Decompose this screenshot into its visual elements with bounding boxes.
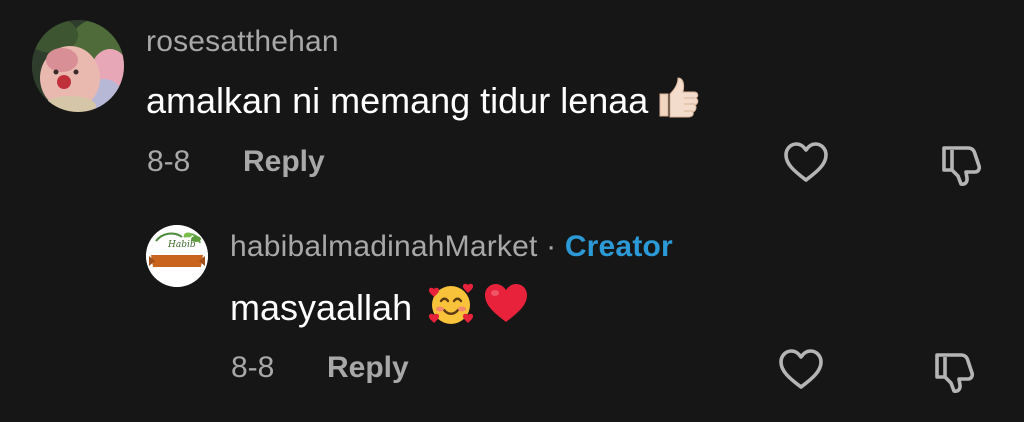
heart-outline-icon[interactable] (777, 346, 825, 394)
comment-text-row: amalkan ni memang tidur lenaa (146, 76, 700, 126)
creator-badge: Creator (564, 230, 673, 263)
red-heart-icon (482, 280, 530, 337)
thumbs-down-outline-icon[interactable] (931, 347, 979, 395)
avatar[interactable] (32, 20, 124, 112)
svg-text:Habib: Habib (167, 240, 196, 250)
avatar[interactable]: Habib (146, 225, 208, 287)
thumbs-up-icon (654, 74, 700, 129)
comment-username[interactable]: rosesatthehan (146, 25, 339, 59)
comment-time: 8-8 (147, 145, 191, 178)
separator-dot: · (546, 230, 557, 263)
reply-button[interactable]: Reply (243, 145, 325, 179)
avatar-image (32, 20, 124, 112)
heart-outline-icon[interactable] (782, 139, 830, 187)
smiling-face-with-hearts-icon (426, 279, 476, 338)
avatar-image: Habib (146, 225, 208, 287)
thumbs-down-outline-icon[interactable] (938, 140, 986, 188)
reply-username[interactable]: habibalmadinahMarket (230, 230, 538, 263)
reply-item: Habib habibalmadinahMarket · Creator mas… (0, 200, 1024, 422)
reply-text-row: masyaallah (230, 283, 530, 333)
comment-text: amalkan ni memang tidur lenaa (146, 80, 649, 121)
reply-username-row: habibalmadinahMarket · Creator (230, 230, 673, 264)
reply-time: 8-8 (231, 351, 275, 384)
comment-item: rosesatthehan amalkan ni memang tidur le… (0, 0, 1024, 200)
reply-text: masyaallah (230, 287, 413, 328)
reply-button[interactable]: Reply (327, 351, 409, 385)
